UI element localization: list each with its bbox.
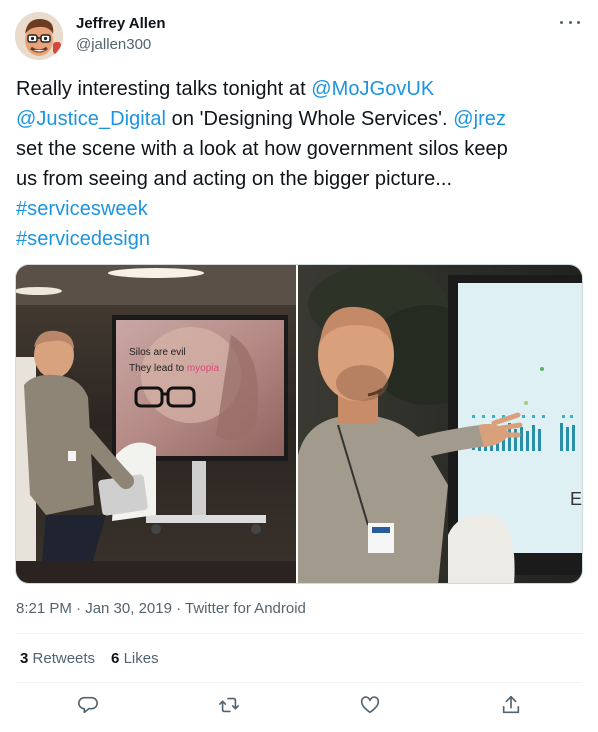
tweet-text-part: Really interesting talks tonight at	[16, 78, 312, 100]
tweet-text: Really interesting talks tonight at @MoJ…	[16, 74, 582, 254]
retweets-label: Retweets	[32, 650, 96, 667]
screen-text: They lead to myopia	[129, 363, 219, 374]
photo-right[interactable]: E	[298, 265, 582, 583]
like-icon[interactable]	[359, 694, 383, 718]
author-handle[interactable]: @jallen300	[76, 36, 151, 53]
photo-speaker-seated: Silos are evil They lead to myopia	[16, 265, 296, 583]
svg-text:E: E	[570, 489, 582, 509]
tweet-stats: 3 Retweets 6 Likes	[20, 650, 159, 667]
share-icon[interactable]	[500, 694, 524, 718]
tweet-line-2: @Justice_Digital on 'Designing Whole Ser…	[16, 104, 582, 134]
tweet: Jeffrey Allen @jallen300 Really interest…	[0, 0, 598, 732]
divider	[16, 682, 582, 683]
photo-left[interactable]: Silos are evil They lead to myopia	[16, 265, 298, 583]
likes-label: Likes	[123, 650, 159, 667]
retweets-count: 3	[20, 650, 29, 667]
screen-text: Silos are evil	[129, 347, 186, 358]
tweet-line-3: set the scene with a look at how governm…	[16, 138, 508, 160]
avatar-image	[15, 12, 63, 60]
media-grid: Silos are evil They lead to myopia E	[15, 264, 583, 584]
photo-speaker-gesturing: E	[298, 265, 582, 583]
meta-separator: ·	[171, 600, 185, 617]
tweet-line-1: Really interesting talks tonight at @MoJ…	[16, 74, 582, 104]
retweets-stat[interactable]: 3 Retweets	[20, 650, 95, 667]
mention-link[interactable]: @MoJGovUK	[311, 78, 434, 100]
hashtag-link[interactable]: #servicesweek	[16, 194, 582, 224]
more-icon[interactable]	[560, 14, 580, 30]
tweet-line-4: us from seeing and acting on the bigger …	[16, 168, 453, 190]
mention-link[interactable]: @Justice_Digital	[16, 108, 166, 130]
likes-count: 6	[111, 650, 120, 667]
tweet-meta: 8:21 PM · Jan 30, 2019 · Twitter for And…	[16, 600, 306, 617]
avatar[interactable]	[15, 12, 63, 60]
retweet-icon[interactable]	[218, 694, 242, 718]
hashtag-link[interactable]: #servicedesign	[16, 224, 582, 254]
author-name[interactable]: Jeffrey Allen	[76, 15, 165, 32]
tweet-source[interactable]: Twitter for Android	[185, 600, 306, 617]
reply-icon[interactable]	[77, 694, 101, 718]
action-bar	[0, 694, 598, 724]
divider	[16, 633, 582, 634]
likes-stat[interactable]: 6 Likes	[111, 650, 159, 667]
mention-link[interactable]: @jrez	[453, 108, 506, 130]
timestamp[interactable]: 8:21 PM · Jan 30, 2019	[16, 600, 172, 617]
tweet-text-part: on 'Designing Whole Services'.	[166, 108, 454, 130]
